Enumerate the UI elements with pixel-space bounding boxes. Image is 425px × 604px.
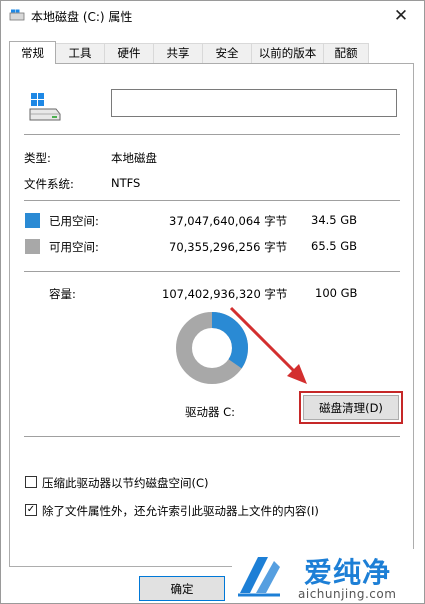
check-icon: ✓	[26, 504, 36, 515]
tab-sharing[interactable]: 共享	[153, 43, 203, 63]
volume-name-input[interactable]	[111, 89, 397, 117]
capacity-bytes: 107,402,936,320 字节	[162, 287, 288, 301]
close-icon: ✕	[393, 6, 409, 26]
capacity-label: 容量:	[49, 287, 76, 301]
index-checkbox[interactable]: ✓	[25, 504, 37, 516]
tab-hardware[interactable]: 硬件	[104, 43, 154, 63]
drive-label: 驱动器 C:	[185, 405, 236, 419]
drive-icon	[9, 9, 25, 21]
free-space-label: 可用空间:	[49, 240, 99, 254]
free-space-gb: 65.5 GB	[311, 239, 358, 253]
used-space-swatch	[25, 213, 40, 228]
tab-general[interactable]: 常规	[9, 41, 56, 64]
watermark-url: aichunjing.com	[298, 587, 397, 601]
type-label: 类型:	[24, 151, 51, 165]
file-system-label: 文件系统:	[24, 177, 74, 191]
compress-label[interactable]: 压缩此驱动器以节约磁盘空间(C)	[42, 475, 209, 491]
divider	[24, 271, 400, 272]
free-space-swatch	[25, 239, 40, 254]
compress-checkbox[interactable]	[25, 476, 37, 488]
used-space-label: 已用空间:	[49, 214, 99, 228]
windows-drive-icon	[29, 93, 61, 121]
aichunjing-logo-icon	[238, 557, 280, 597]
divider	[24, 134, 400, 135]
watermark-title: 爱纯净	[304, 556, 392, 589]
capacity-gb: 100 GB	[315, 286, 358, 300]
window-title: 本地磁盘 (C:) 属性	[31, 10, 133, 24]
tab-tools[interactable]: 工具	[55, 43, 105, 63]
file-system-value: NTFS	[111, 176, 141, 190]
used-space-bytes: 37,047,640,064 字节	[169, 214, 288, 228]
divider	[24, 200, 400, 201]
watermark: 爱纯净 aichunjing.com	[232, 549, 424, 603]
tab-previous-versions[interactable]: 以前的版本	[251, 43, 324, 63]
tab-security[interactable]: 安全	[202, 43, 252, 63]
properties-window: 本地磁盘 (C:) 属性 ✕ 常规 工具 硬件 共享 安全 以前的版本 配额 类…	[0, 0, 425, 604]
close-button[interactable]: ✕	[378, 1, 424, 31]
type-value: 本地磁盘	[111, 151, 157, 165]
cleanup-highlight: 磁盘清理(D)	[299, 391, 403, 424]
tab-bar: 常规 工具 硬件 共享 安全 以前的版本 配额	[9, 41, 414, 64]
free-space-bytes: 70,355,296,256 字节	[169, 240, 288, 254]
divider	[24, 436, 400, 437]
used-space-gb: 34.5 GB	[311, 213, 358, 227]
title-bar[interactable]: 本地磁盘 (C:) 属性 ✕	[1, 1, 424, 31]
red-arrow-icon	[229, 306, 307, 384]
index-label[interactable]: 除了文件属性外，还允许索引此驱动器上文件的内容(I)	[42, 503, 319, 519]
general-tab-panel: 类型: 本地磁盘 文件系统: NTFS 已用空间: 37,047,640,064…	[9, 63, 414, 567]
disk-cleanup-button[interactable]: 磁盘清理(D)	[303, 395, 399, 420]
tab-quota[interactable]: 配额	[323, 43, 369, 63]
ok-button[interactable]: 确定	[139, 576, 225, 601]
